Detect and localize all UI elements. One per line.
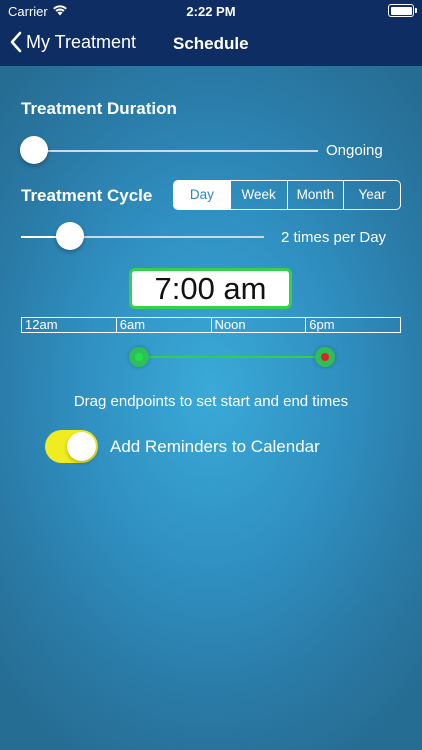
duration-slider-thumb[interactable]: [20, 136, 48, 164]
cycle-segmented-control: Day Week Month Year: [173, 180, 401, 210]
end-dot-icon: [321, 353, 329, 361]
hint-text: Drag endpoints to set start and end time…: [73, 393, 349, 410]
nav-bar: My Treatment Schedule: [0, 22, 422, 66]
duration-slider-track[interactable]: [34, 150, 318, 152]
cycle-value: 2 times per Day: [281, 229, 387, 246]
status-time: 2:22 PM: [186, 4, 236, 19]
time-range-line: [139, 356, 325, 358]
segment-week[interactable]: Week: [229, 181, 287, 209]
start-endpoint-handle[interactable]: [129, 347, 149, 367]
timeline-ruler: 12am 6am Noon 6pm: [21, 317, 401, 333]
chevron-left-icon: [10, 31, 22, 53]
reminders-toggle[interactable]: [45, 430, 98, 463]
reminders-label: Add Reminders to Calendar: [110, 437, 320, 456]
duration-title: Treatment Duration: [21, 99, 177, 118]
page-title: Schedule: [173, 34, 249, 53]
timeline-label: Noon: [210, 318, 306, 332]
timeline-label: 6pm: [305, 318, 400, 332]
cycle-title: Treatment Cycle: [21, 186, 153, 205]
segment-month[interactable]: Month: [286, 181, 344, 209]
duration-value: Ongoing: [326, 142, 383, 159]
segment-day[interactable]: Day: [174, 181, 230, 209]
start-dot-icon: [135, 353, 143, 361]
back-button[interactable]: My Treatment: [10, 31, 136, 53]
battery-icon: [388, 4, 417, 17]
status-bar: Carrier 2:22 PM: [0, 0, 422, 22]
toggle-knob: [67, 432, 96, 461]
time-display[interactable]: 7:00 am: [129, 268, 292, 309]
segment-year[interactable]: Year: [343, 181, 400, 209]
cycle-slider-thumb[interactable]: [55, 222, 84, 250]
timeline-label: 12am: [25, 317, 58, 332]
timeline-label: 6am: [115, 318, 211, 332]
end-endpoint-handle[interactable]: [315, 347, 335, 367]
back-label: My Treatment: [26, 31, 137, 52]
